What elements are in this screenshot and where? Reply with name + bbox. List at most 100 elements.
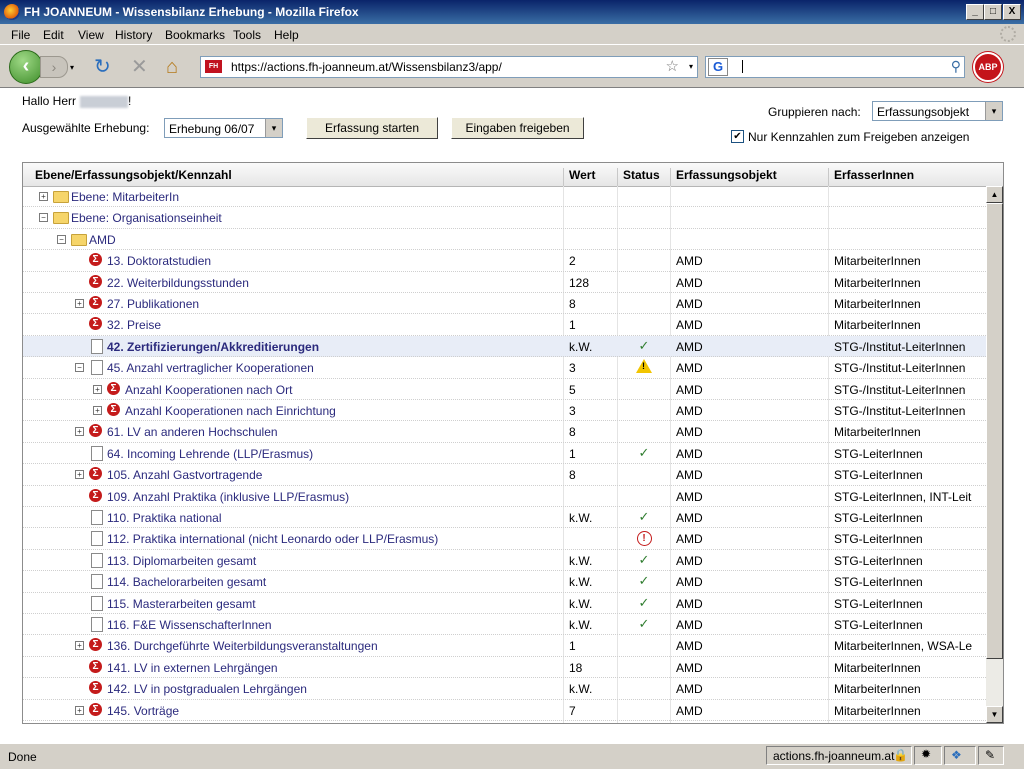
row-label[interactable]: 61. LV an anderen Hochschulen bbox=[107, 425, 278, 439]
release-entries-button[interactable]: Eingaben freigeben bbox=[451, 117, 584, 139]
row-label[interactable]: 141. LV in externen Lehrgängen bbox=[107, 661, 278, 675]
row-label[interactable]: AMD bbox=[89, 233, 116, 247]
close-button[interactable]: X bbox=[1003, 4, 1021, 20]
vertical-scrollbar[interactable]: ▲ ▼ bbox=[986, 186, 1003, 723]
column-header-ebene[interactable]: Ebene/Erfassungsobjekt/Kennzahl bbox=[35, 168, 232, 182]
collapse-icon[interactable]: − bbox=[57, 234, 66, 244]
table-row[interactable]: − 45. Anzahl vertraglicher Kooperationen 3… bbox=[23, 357, 986, 379]
history-dropdown-icon[interactable]: ▾ bbox=[70, 63, 74, 72]
edit-panel[interactable]: ✎ bbox=[978, 746, 1004, 765]
scroll-up-button[interactable]: ▲ bbox=[986, 186, 1003, 203]
pencil-icon[interactable]: ✎ bbox=[985, 748, 995, 762]
row-label[interactable]: 64. Incoming Lehrende (LLP/Erasmus) bbox=[107, 447, 313, 461]
stop-icon[interactable]: ✕ bbox=[131, 57, 148, 77]
minimize-button[interactable]: _ bbox=[966, 4, 984, 20]
chevron-down-icon[interactable]: ▾ bbox=[265, 119, 282, 137]
menu-help[interactable]: Help bbox=[274, 28, 299, 42]
forward-button[interactable]: › bbox=[40, 56, 68, 78]
expand-icon[interactable]: + bbox=[75, 299, 84, 308]
table-row[interactable]: 64. Incoming Lehrende (LLP/Erasmus) 1 ✓ AMD… bbox=[23, 443, 986, 465]
row-label[interactable]: 32. Preise bbox=[107, 318, 161, 332]
firebug-panel[interactable]: ✹ bbox=[914, 746, 942, 765]
network-icon[interactable]: ❖ bbox=[951, 748, 962, 762]
row-label[interactable]: 115. Masterarbeiten gesamt bbox=[107, 597, 256, 611]
search-go-icon[interactable]: ⚲ bbox=[951, 58, 961, 75]
start-capture-button[interactable]: Erfassung starten bbox=[306, 117, 438, 139]
scroll-thumb[interactable] bbox=[986, 203, 1003, 659]
bug-icon[interactable]: ✹ bbox=[921, 747, 931, 761]
column-header-status[interactable]: Status bbox=[623, 168, 660, 182]
menu-history[interactable]: History bbox=[115, 28, 152, 42]
column-header-wert[interactable]: Wert bbox=[569, 168, 595, 182]
table-row[interactable]: Σ 13. Doktoratstudien 2 AMD MitarbeiterInnen bbox=[23, 250, 986, 272]
table-row[interactable]: 115. Masterarbeiten gesamt k.W. ✓ AMD STG-Le… bbox=[23, 593, 986, 614]
expand-icon[interactable]: + bbox=[75, 705, 84, 715]
back-button[interactable]: ‹ bbox=[9, 50, 43, 84]
table-row[interactable]: Σ 141. LV in externen Lehrgängen 18 AMD Mita… bbox=[23, 657, 986, 679]
menu-file[interactable]: File bbox=[11, 28, 30, 42]
row-label[interactable]: 27. Publikationen bbox=[107, 297, 199, 311]
row-label[interactable]: 109. Anzahl Praktika (inklusive LLP/Eras… bbox=[107, 490, 349, 504]
expand-icon[interactable]: + bbox=[39, 192, 48, 201]
search-bar[interactable]: G ⚲ bbox=[705, 56, 965, 78]
menu-bookmarks[interactable]: Bookmarks bbox=[165, 28, 225, 42]
table-row[interactable]: + Σ 61. LV an anderen Hochschulen 8 AMD Mitar… bbox=[23, 421, 986, 443]
row-label[interactable]: 113. Diplomarbeiten gesamt bbox=[107, 554, 256, 568]
erhebung-select[interactable]: Erhebung 06/07 ▾ bbox=[164, 118, 283, 138]
home-icon[interactable]: ⌂ bbox=[166, 57, 178, 77]
table-row[interactable]: + Σ 27. Publikationen 8 AMD MitarbeiterInnen bbox=[23, 293, 986, 315]
reload-icon[interactable]: ↻ bbox=[94, 57, 111, 77]
column-header-erfassungsobjekt[interactable]: Erfassungsobjekt bbox=[676, 168, 777, 182]
expand-icon[interactable]: + bbox=[75, 641, 84, 651]
collapse-icon[interactable]: − bbox=[75, 363, 84, 373]
url-dropdown-icon[interactable]: ▾ bbox=[689, 62, 693, 71]
table-row[interactable]: Σ 32. Preise 1 AMD MitarbeiterInnen bbox=[23, 314, 986, 336]
table-row[interactable]: + Σ Anzahl Kooperationen nach Ort 5 AMD STG-/… bbox=[23, 379, 986, 400]
row-label[interactable]: Ebene: MitarbeiterIn bbox=[71, 190, 179, 204]
table-row[interactable]: + Σ Anzahl Kooperationen nach Einrichtung 3… bbox=[23, 400, 986, 422]
row-label[interactable]: 145. Vorträge bbox=[107, 704, 179, 718]
adblock-icon[interactable]: ABP bbox=[973, 52, 1003, 82]
table-row[interactable]: + Σ 105. Anzahl Gastvortragende 8 AMD STG-Lei… bbox=[23, 464, 986, 486]
google-search-engine-icon[interactable]: G bbox=[708, 58, 728, 76]
menu-edit[interactable]: Edit bbox=[43, 28, 64, 42]
collapse-icon[interactable]: − bbox=[39, 213, 48, 223]
row-label[interactable]: 42. Zertifizierungen/Akkreditierungen bbox=[107, 340, 319, 354]
row-label[interactable]: 13. Doktoratstudien bbox=[107, 254, 211, 268]
row-label[interactable]: Anzahl Kooperationen nach Ort bbox=[125, 383, 292, 397]
row-label[interactable]: 22. Weiterbildungsstunden bbox=[107, 276, 249, 290]
maximize-button[interactable]: □ bbox=[984, 4, 1002, 20]
chevron-down-icon[interactable]: ▾ bbox=[985, 102, 1002, 120]
row-label[interactable]: Anzahl Kooperationen nach Einrichtung bbox=[125, 404, 336, 418]
row-label[interactable]: 110. Praktika national bbox=[107, 511, 222, 525]
group-by-select[interactable]: Erfassungsobjekt ▾ bbox=[872, 101, 1003, 121]
table-row[interactable]: + Σ 145. Vorträge 7 AMD MitarbeiterInnen bbox=[23, 700, 986, 721]
table-row[interactable]: 110. Praktika national k.W. ✓ AMD STG-Leiter… bbox=[23, 507, 986, 529]
row-label[interactable]: 114. Bachelorarbeiten gesamt bbox=[107, 575, 266, 589]
expand-icon[interactable]: + bbox=[93, 406, 102, 415]
table-row[interactable]: − Ebene: Organisationseinheit bbox=[23, 207, 986, 229]
row-label[interactable]: 112. Praktika international (nicht Leona… bbox=[107, 532, 438, 546]
bookmark-star-icon[interactable]: ☆ bbox=[666, 57, 679, 75]
table-row[interactable]: Σ 22. Weiterbildungsstunden 128 AMD Mitarbei… bbox=[23, 272, 986, 293]
filter-checkbox-label[interactable]: Nur Kennzahlen zum Freigeben anzeigen bbox=[748, 130, 969, 144]
table-row[interactable]: − AMD bbox=[23, 229, 986, 251]
connection-panel[interactable]: ❖ bbox=[944, 746, 976, 765]
table-row[interactable]: + Ebene: MitarbeiterIn bbox=[23, 186, 986, 208]
table-row[interactable]: Σ 142. LV in postgradualen Lehrgängen k.W.… bbox=[23, 678, 986, 700]
row-label[interactable]: 45. Anzahl vertraglicher Kooperationen bbox=[107, 361, 314, 375]
row-label[interactable]: 136. Durchgeführte Weiterbildungsveranst… bbox=[107, 639, 378, 653]
menu-tools[interactable]: Tools bbox=[233, 28, 261, 42]
table-row[interactable]: 114. Bachelorarbeiten gesamt k.W. ✓ AMD STG-… bbox=[23, 571, 986, 593]
table-row[interactable]: 113. Diplomarbeiten gesamt k.W. ✓ AMD STG-Le… bbox=[23, 550, 986, 572]
table-row[interactable]: 112. Praktika international (nicht Leona… bbox=[23, 528, 986, 550]
expand-icon[interactable]: + bbox=[75, 427, 84, 437]
column-header-erfasserinnen[interactable]: ErfasserInnen bbox=[834, 168, 914, 182]
expand-icon[interactable]: + bbox=[75, 470, 84, 480]
expand-icon[interactable]: + bbox=[93, 384, 102, 394]
url-text[interactable]: https://actions.fh-joanneum.at/Wissensbi… bbox=[231, 60, 502, 74]
row-label[interactable]: 105. Anzahl Gastvortragende bbox=[107, 468, 262, 482]
table-row[interactable]: + Σ 136. Durchgeführte Weiterbildungsveran… bbox=[23, 635, 986, 657]
url-bar[interactable]: FH https://actions.fh-joanneum.at/Wissen… bbox=[200, 56, 698, 78]
row-label[interactable]: 142. LV in postgradualen Lehrgängen bbox=[107, 682, 307, 696]
